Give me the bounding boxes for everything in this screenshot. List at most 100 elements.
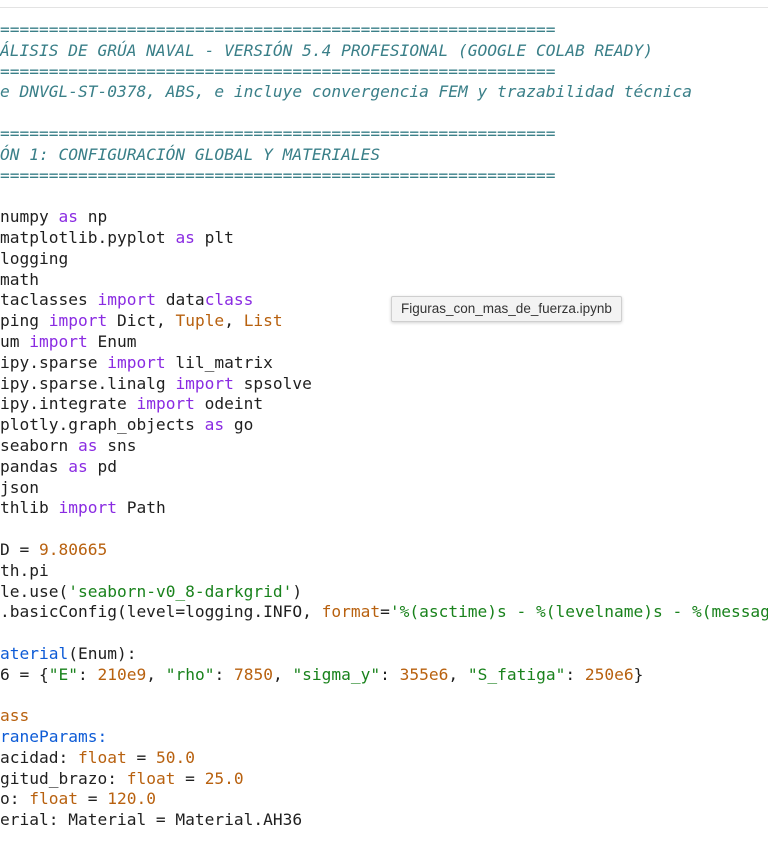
code-token: D = xyxy=(0,539,39,559)
editor-top-border xyxy=(0,7,768,8)
code-token: 'seaborn-v0_8-darkgrid' xyxy=(68,581,293,601)
code-token: = xyxy=(77,789,108,809)
code-line: 6 = {"E": 210e9, "rho": 7850, "sigma_y":… xyxy=(0,665,768,686)
code-token: .basicConfig(level=logging.INFO, xyxy=(0,602,322,622)
code-token: ) xyxy=(292,581,303,601)
code-token: float xyxy=(77,747,127,767)
code-token: Path xyxy=(116,498,166,518)
code-token: aterial xyxy=(0,643,69,663)
code-token: Tuple xyxy=(175,311,225,331)
code-line: plotly.graph_objects as go xyxy=(0,415,768,436)
code-token: = xyxy=(126,747,156,767)
code-token: as xyxy=(175,227,195,247)
code-token: 6 = { xyxy=(0,664,49,684)
code-token: ipy.integrate xyxy=(0,394,137,414)
code-line: gitud_brazo: float = 25.0 xyxy=(0,769,768,790)
code-token: } xyxy=(633,664,644,684)
code-token: , xyxy=(146,664,166,684)
code-line: ÁLISIS DE GRÚA NAVAL - VERSIÓN 5.4 PROFE… xyxy=(0,40,653,60)
code-line: ========================================… xyxy=(0,123,556,143)
code-line: seaborn as sns xyxy=(0,436,768,457)
code-token: import xyxy=(29,331,88,351)
code-line: numpy as np xyxy=(0,207,768,228)
code-token: as xyxy=(77,435,98,455)
code-content[interactable]: ========================================… xyxy=(0,20,768,831)
code-token: taclasses xyxy=(0,290,98,310)
code-token: 9.80665 xyxy=(38,539,108,559)
code-line: ========================================… xyxy=(0,165,556,185)
code-token: , xyxy=(224,311,244,331)
code-token: (Enum): xyxy=(68,643,137,663)
code-token: = xyxy=(175,768,205,788)
code-line: math xyxy=(0,269,39,289)
code-token: : xyxy=(380,664,400,684)
code-token: import xyxy=(107,352,166,372)
code-token: acidad: xyxy=(0,747,78,767)
code-line: e DNVGL-ST-0378, ABS, e incluye converge… xyxy=(0,82,692,102)
code-token: seaborn xyxy=(0,435,78,455)
code-line: D = 9.80665 xyxy=(0,540,768,561)
code-line: .basicConfig(level=logging.INFO, format=… xyxy=(0,602,768,623)
code-token: : xyxy=(565,664,585,684)
code-line: ass xyxy=(0,706,30,726)
code-token: , xyxy=(448,664,468,684)
code-token: import xyxy=(58,498,117,518)
code-line: aterial(Enum): xyxy=(0,644,768,665)
code-token: odeint xyxy=(194,394,264,414)
code-token: List xyxy=(243,311,283,331)
code-token: = xyxy=(380,602,390,622)
filename-tooltip: Figuras_con_mas_de_fuerza.ipynb xyxy=(391,296,622,322)
code-token: lil_matrix xyxy=(165,352,273,372)
code-token: plt xyxy=(194,227,234,247)
code-token: as xyxy=(204,415,225,435)
code-token: go xyxy=(224,415,254,435)
code-line: ipy.sparse.linalg import spsolve xyxy=(0,374,768,395)
code-token: format xyxy=(321,602,381,622)
code-line: ipy.integrate import odeint xyxy=(0,394,768,415)
code-token: float xyxy=(29,789,78,809)
code-token: import xyxy=(97,290,156,310)
code-token: pd xyxy=(87,456,117,476)
code-token: : xyxy=(77,664,98,684)
code-token: pandas xyxy=(0,456,69,476)
code-token: Dict, xyxy=(107,311,176,331)
code-line: json xyxy=(0,477,39,497)
code-line: taclasses import dataclass xyxy=(0,290,768,311)
code-token: "E" xyxy=(48,664,78,684)
code-line: ========================================… xyxy=(0,61,556,81)
code-token: numpy xyxy=(0,207,59,227)
code-token: 250e6 xyxy=(584,664,634,684)
code-line: ÓN 1: CONFIGURACIÓN GLOBAL Y MATERIALES xyxy=(0,144,381,164)
code-token: class xyxy=(204,290,254,310)
code-token: o: xyxy=(0,789,30,809)
code-line: thlib import Path xyxy=(0,498,768,519)
code-line: ping import Dict, Tuple, List xyxy=(0,311,768,332)
code-line: um import Enum xyxy=(0,332,768,353)
code-token: ipy.sparse xyxy=(0,352,108,372)
code-token: as xyxy=(68,456,88,476)
code-token: '%(asctime)s - %(levelname)s - %(message xyxy=(389,602,768,622)
code-line: raneParams: xyxy=(0,727,108,747)
code-token: plotly.graph_objects xyxy=(0,415,205,435)
code-token: : xyxy=(214,664,234,684)
code-token: ping xyxy=(0,311,49,331)
code-token: import xyxy=(136,394,195,414)
code-editor[interactable]: ========================================… xyxy=(0,0,768,841)
code-token: import xyxy=(48,311,108,331)
code-line: ipy.sparse import lil_matrix xyxy=(0,353,768,374)
code-token: matplotlib.pyplot xyxy=(0,227,176,247)
code-token: "S_fatiga" xyxy=(467,664,566,684)
code-token: Enum xyxy=(87,331,137,351)
code-token: np xyxy=(77,207,108,227)
code-token: thlib xyxy=(0,498,59,518)
code-token: um xyxy=(0,331,30,351)
code-token: 25.0 xyxy=(204,768,244,788)
code-token: spsolve xyxy=(233,373,312,393)
code-line: pandas as pd xyxy=(0,457,768,478)
code-token: gitud_brazo: xyxy=(0,768,127,788)
code-token: 7850 xyxy=(233,664,273,684)
code-line: th.pi xyxy=(0,560,49,580)
